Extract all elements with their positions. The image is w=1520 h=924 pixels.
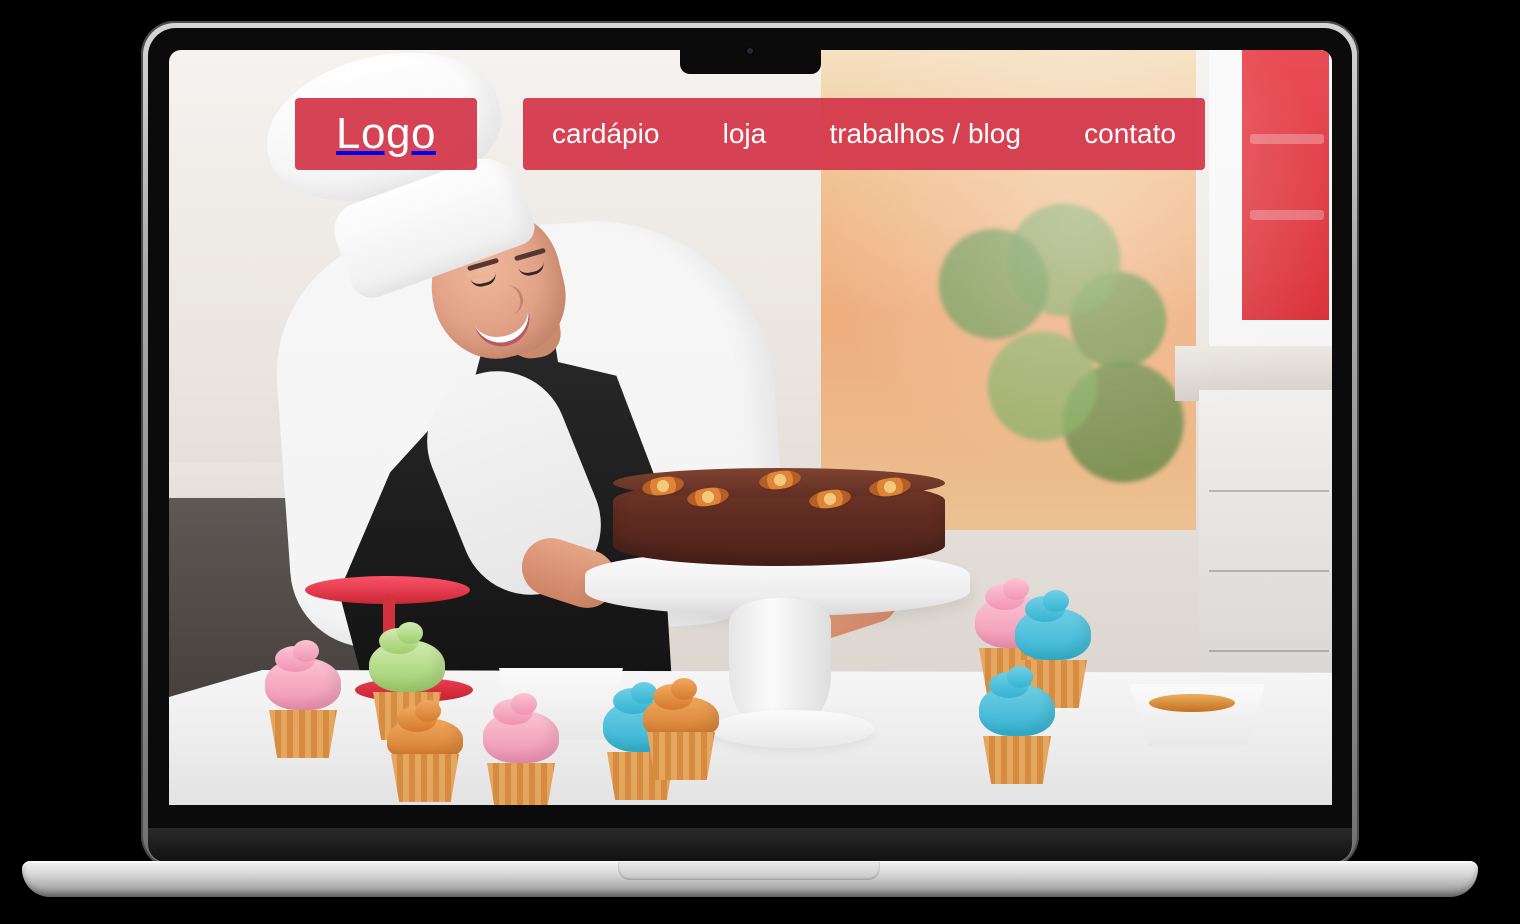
nav-link-trabalhos-blog[interactable]: trabalhos / blog — [829, 120, 1020, 148]
plain-muffin — [383, 692, 483, 802]
laptop-mockup: Logo cardápio loja trabalhos / blog cont… — [0, 0, 1520, 924]
main-navigation: cardápio loja trabalhos / blog contato — [523, 98, 1205, 170]
pink-cupcake — [479, 693, 563, 805]
pink-cupcake — [261, 640, 345, 758]
plant-background — [929, 200, 1199, 500]
plain-muffin — [639, 670, 739, 780]
red-shelf — [1242, 50, 1329, 320]
camera-lens — [745, 46, 755, 56]
nav-link-loja[interactable]: loja — [723, 120, 767, 148]
dessert-bowl — [1129, 684, 1265, 746]
blue-cupcake — [975, 666, 1059, 784]
screen-bottom-bezel — [148, 828, 1352, 862]
nav-link-cardapio[interactable]: cardápio — [552, 120, 659, 148]
cabinet-line — [1209, 570, 1329, 572]
site-logo-text: Logo — [336, 109, 436, 158]
site-logo[interactable]: Logo — [295, 98, 477, 170]
nav-link-contato[interactable]: contato — [1084, 120, 1176, 148]
cabinet-line — [1209, 650, 1329, 652]
website-screen: Logo cardápio loja trabalhos / blog cont… — [169, 50, 1332, 805]
laptop-opening-notch — [618, 862, 880, 880]
cabinet-line — [1209, 490, 1329, 492]
right-kitchen-cabinet — [1199, 390, 1332, 720]
